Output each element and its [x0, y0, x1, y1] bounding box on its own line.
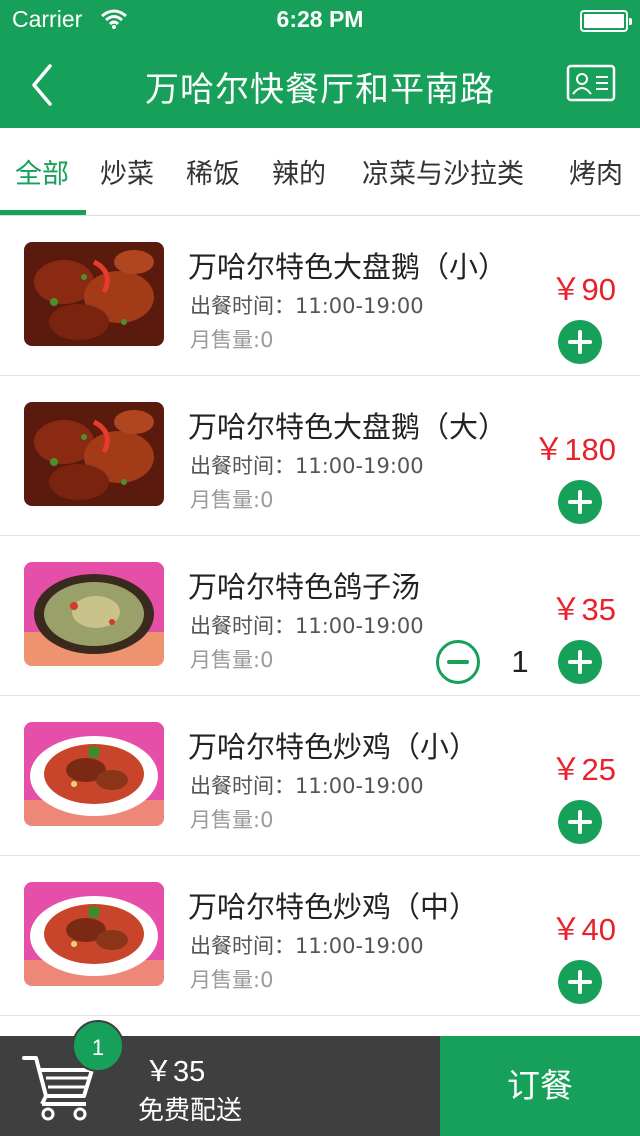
monthly-sales: 月售量:0 [190, 968, 274, 992]
remove-from-cart-button[interactable] [436, 640, 480, 684]
list-item[interactable]: 万哈尔特色炒鸡（小） 出餐时间：11:00-19:00 月售量:0 ￥25 [0, 696, 640, 856]
add-to-cart-button[interactable] [558, 320, 602, 364]
category-tabs: 全部 炒菜 稀饭 辣的 凉菜与沙拉类 烤肉 [0, 128, 640, 216]
list-item[interactable]: 万哈尔特色大盘鹅（大） 出餐时间：11:00-19:00 月售量:0 ￥180 [0, 376, 640, 536]
serving-hours: 出餐时间：11:00-19:00 [190, 454, 424, 478]
serving-hours: 出餐时间：11:00-19:00 [190, 294, 424, 318]
serving-hours: 出餐时间：11:00-19:00 [190, 614, 424, 638]
place-order-button[interactable]: 订餐 [440, 1036, 640, 1136]
tab-stir-fry[interactable]: 炒菜 [100, 152, 154, 191]
status-time: 6:28 PM [276, 6, 364, 32]
cart-bar: 1 ￥35 免费配送 订餐 [0, 1020, 640, 1136]
dish-image [24, 722, 164, 826]
dish-image [24, 882, 164, 986]
dish-name: 万哈尔特色炒鸡（小） [188, 730, 479, 764]
add-to-cart-button[interactable] [558, 800, 602, 844]
page-title: 万哈尔快餐厅和平南路 [145, 70, 495, 110]
dish-price: ￥180 [533, 432, 616, 467]
tab-all[interactable]: 全部 [15, 152, 69, 191]
monthly-sales: 月售量:0 [190, 328, 274, 352]
dish-name: 万哈尔特色大盘鹅（大） [188, 410, 508, 444]
status-bar: Carrier 6:28 PM [0, 0, 640, 40]
dish-image [24, 242, 164, 346]
tab-spicy[interactable]: 辣的 [272, 152, 326, 191]
dish-price: ￥25 [550, 752, 616, 787]
chevron-left-icon[interactable] [22, 60, 62, 110]
serving-hours: 出餐时间：11:00-19:00 [190, 934, 424, 958]
list-item[interactable]: 万哈尔特色炒鸡（中） 出餐时间：11:00-19:00 月售量:0 ￥40 [0, 856, 640, 1016]
cart-count-badge: 1 [72, 1020, 124, 1072]
delivery-note: 免费配送 [138, 1096, 243, 1126]
dish-name: 万哈尔特色炒鸡（中） [188, 890, 479, 924]
dish-price: ￥35 [550, 592, 616, 627]
dish-image [24, 562, 164, 666]
monthly-sales: 月售量:0 [190, 488, 274, 512]
add-to-cart-button[interactable] [558, 640, 602, 684]
add-to-cart-button[interactable] [558, 480, 602, 524]
active-tab-indicator [0, 210, 86, 215]
dish-name: 万哈尔特色大盘鹅（小） [188, 250, 508, 284]
dish-price: ￥90 [550, 272, 616, 307]
contact-card-icon[interactable] [566, 64, 616, 102]
navigation-header: Carrier 6:28 PM 万哈尔快餐厅和平南路 [0, 0, 640, 128]
dish-name: 万哈尔特色鸽子汤 [188, 570, 421, 604]
quantity-value: 1 [511, 644, 529, 679]
dish-price: ￥40 [550, 912, 616, 947]
serving-hours: 出餐时间：11:00-19:00 [190, 774, 424, 798]
monthly-sales: 月售量:0 [190, 648, 274, 672]
tab-cold-dishes-salad[interactable]: 凉菜与沙拉类 [362, 152, 524, 191]
monthly-sales: 月售量:0 [190, 808, 274, 832]
list-item[interactable]: 万哈尔特色鸽子汤 出餐时间：11:00-19:00 月售量:0 ￥35 1 [0, 536, 640, 696]
add-to-cart-button[interactable] [558, 960, 602, 1004]
cart-total: ￥35 [144, 1056, 206, 1088]
tab-porridge[interactable]: 稀饭 [186, 152, 240, 191]
dish-image [24, 402, 164, 506]
list-item[interactable]: 万哈尔特色大盘鹅（小） 出餐时间：11:00-19:00 月售量:0 ￥90 [0, 216, 640, 376]
battery-icon [580, 10, 632, 32]
cart-summary[interactable]: 1 ￥35 免费配送 [0, 1020, 440, 1136]
tab-bbq[interactable]: 烤肉 [569, 152, 623, 191]
